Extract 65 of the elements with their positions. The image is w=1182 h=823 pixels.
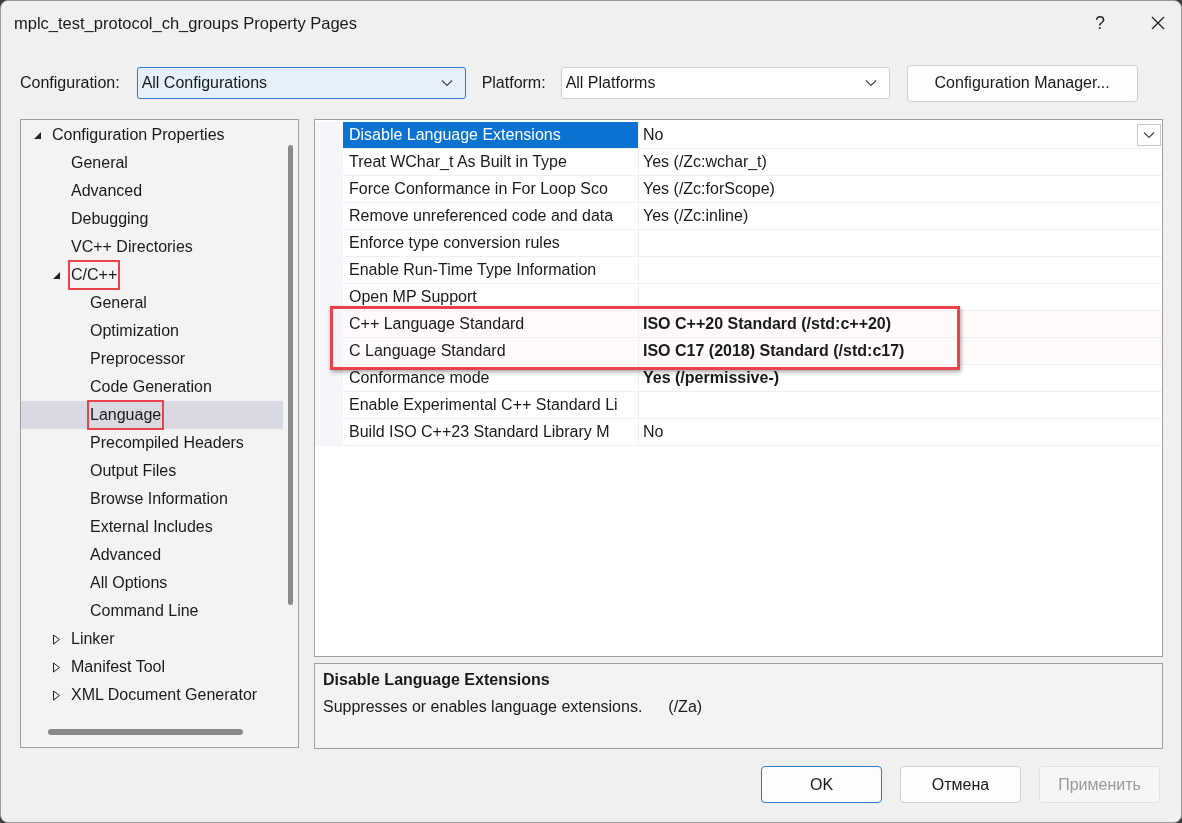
configuration-label: Configuration: (20, 74, 120, 92)
platform-label: Platform: (481, 74, 546, 92)
tree-item[interactable]: General (68, 148, 131, 178)
collapsed-arrow-icon[interactable] (52, 689, 61, 701)
property-name[interactable]: Treat WChar_t As Built in Type (343, 149, 639, 175)
property-name[interactable]: C Language Standard (343, 338, 639, 364)
property-value: No (639, 122, 1162, 148)
tree-item[interactable]: Output Files (87, 456, 180, 486)
tree-item[interactable]: Browse Information (87, 484, 231, 514)
dropdown-button[interactable] (1137, 124, 1161, 146)
chevron-icon (1143, 131, 1155, 139)
property-value: Yes (/permissive-) (642, 368, 781, 388)
window-title: mplc_test_protocol_ch_groups Property Pages (14, 13, 358, 33)
property-name[interactable]: Disable Language Extensions (343, 122, 639, 148)
property-name[interactable]: Remove unreferenced code and data (343, 203, 639, 229)
tree-item[interactable]: Linker (68, 624, 118, 654)
chevron-icon (864, 79, 877, 87)
platform-dropdown[interactable]: All Platforms (560, 67, 890, 99)
description-title: Disable Language Extensions (323, 671, 551, 689)
help-button[interactable]: ? (1077, 3, 1123, 43)
chevron-icon (440, 79, 453, 87)
tree-item[interactable]: Code Generation (87, 372, 215, 402)
tree-item[interactable]: VC++ Directories (68, 232, 196, 262)
collapsed-arrow-icon[interactable] (52, 661, 61, 673)
tree-item[interactable]: Debugging (68, 204, 152, 234)
property-name[interactable]: C++ Language Standard (343, 311, 639, 337)
property-value: Yes (/Zc:inline) (642, 206, 750, 226)
configuration-dropdown[interactable]: All Configurations (136, 67, 466, 99)
switch-text: (/Za) (668, 698, 703, 715)
collapsed-arrow-icon[interactable] (52, 633, 61, 645)
property-name[interactable]: Enable Run-Time Type Information (343, 257, 639, 283)
property-value: ISO C17 (2018) Standard (/std:c17) (642, 341, 906, 361)
property-value: Yes (/Zc:forScope) (642, 179, 776, 199)
property-name[interactable]: Enable Experimental C++ Standard Li (343, 392, 639, 418)
property-name[interactable]: Enforce type conversion rules (343, 230, 639, 256)
configuration-manager-button[interactable]: Configuration Manager... (906, 64, 1138, 102)
tree-item[interactable]: Command Line (87, 596, 202, 626)
property-value: No (642, 422, 665, 442)
tree-item[interactable]: All Options (87, 568, 171, 598)
dialog-button[interactable]: Отмена (900, 766, 1021, 803)
scrollbar-thumb[interactable] (48, 729, 243, 735)
tree-item[interactable]: Preprocessor (87, 344, 189, 374)
property-value: ISO C++20 Standard (/std:c++20) (642, 314, 893, 334)
property-name[interactable]: Open MP Support (343, 284, 639, 310)
tree-item[interactable]: General (87, 288, 150, 318)
tree-item[interactable]: Advanced (68, 176, 146, 206)
tree-item[interactable]: Precompiled Headers (87, 428, 247, 458)
tree-item[interactable]: XML Document Generator (68, 680, 261, 710)
property-name[interactable]: Build ISO C++23 Standard Library M (343, 419, 639, 445)
property-value: Yes (/Zc:wchar_t) (642, 152, 768, 172)
tree-item[interactable]: Optimization (87, 316, 182, 346)
property-name[interactable]: Conformance mode (343, 365, 639, 391)
tree-item[interactable]: Advanced (87, 540, 165, 570)
expanded-arrow-icon[interactable] (52, 270, 61, 280)
dialog-button[interactable]: OK (761, 766, 882, 803)
property-name[interactable]: Force Conformance in For Loop Sco (343, 176, 639, 202)
tree-item[interactable]: Manifest Tool (68, 652, 168, 682)
tree-item[interactable]: Language (87, 400, 165, 430)
tree-item[interactable]: External Includes (87, 512, 216, 542)
close-icon (1150, 15, 1166, 31)
tree-item[interactable]: C/C++ (68, 260, 121, 290)
tree-item[interactable]: Configuration Properties (49, 120, 228, 150)
description-text: Suppresses or enables language extensions. (323, 698, 643, 715)
expanded-arrow-icon[interactable] (33, 130, 42, 140)
scrollbar-thumb[interactable] (288, 145, 293, 605)
